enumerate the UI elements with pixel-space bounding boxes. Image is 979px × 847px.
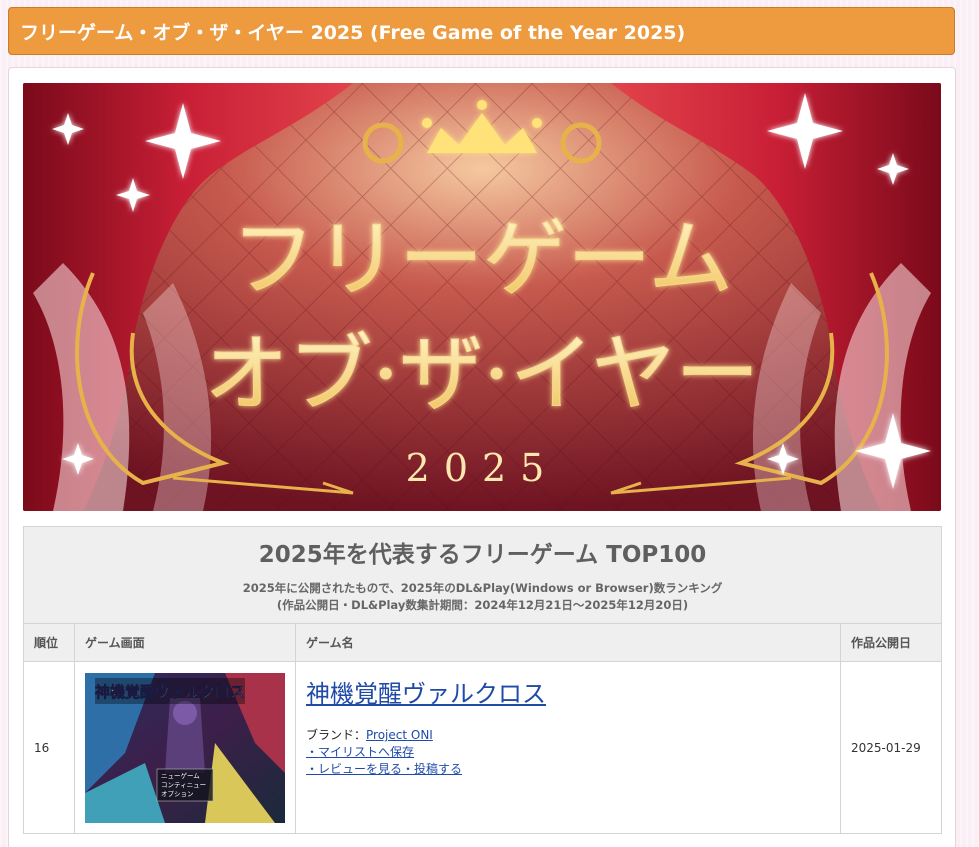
event-banner[interactable]: フリーゲーム オブ·ザ·イヤー 2025 — [23, 83, 941, 511]
column-date: 作品公開日 — [839, 623, 943, 662]
banner-title-line1: フリーゲーム — [231, 210, 732, 308]
thumb-menu-option: オプション — [161, 790, 194, 798]
banner-title-line2: オブ·ザ·イヤー — [205, 325, 760, 423]
brand-label: ブランド： — [306, 728, 367, 742]
page: フリーゲーム・オブ・ザ・イヤー 2025 (Free Game of the Y… — [0, 0, 979, 847]
game-title-link[interactable]: 神機覚醒ヴァルクロス — [306, 674, 830, 709]
screenshot-cell: 神機覚醒ヴァルクロス ニューゲーム コンティニュー オプション — [74, 661, 296, 834]
brand-link[interactable]: Project ONI — [366, 728, 433, 742]
mylist-line: ・マイリストへ保存 — [306, 744, 830, 761]
ranking-period: (作品公開日・DL&Play数集計期間：2024年12月21日〜2025年12月… — [276, 598, 689, 612]
ranking-table: 2025年を代表するフリーゲーム TOP100 2025年に公開されたもので、2… — [22, 526, 943, 834]
column-name: ゲーム名 — [295, 623, 841, 662]
thumb-menu-continue: コンティニュー — [161, 781, 206, 789]
ranking-heading: 2025年を代表するフリーゲーム TOP100 — [258, 542, 707, 568]
banner-year: 2025 — [406, 446, 559, 490]
brand-line: ブランド：Project ONI — [306, 727, 830, 744]
game-screenshot[interactable]: 神機覚醒ヴァルクロス ニューゲーム コンティニュー オプション — [85, 672, 285, 823]
game-info-cell: 神機覚醒ヴァルクロス ブランド：Project ONI ・マイリストへ保存 ・レ… — [295, 661, 841, 834]
review-link[interactable]: ・レビューを見る・投稿する — [306, 762, 462, 776]
review-line: ・レビューを見る・投稿する — [306, 761, 830, 778]
save-to-mylist-link[interactable]: ・マイリストへ保存 — [306, 745, 414, 759]
column-rank: 順位 — [23, 623, 75, 662]
column-screen: ゲーム画面 — [74, 623, 296, 662]
rank-number: 16 — [23, 661, 75, 834]
page-title: フリーゲーム・オブ・ザ・イヤー 2025 (Free Game of the Y… — [20, 21, 686, 44]
ranking-description: 2025年に公開されたもので、2025年のDL&Play(Windows or … — [242, 581, 723, 595]
game-meta: ブランド：Project ONI ・マイリストへ保存 ・レビューを見る・投稿する — [306, 727, 830, 778]
page-header: フリーゲーム・オブ・ザ・イヤー 2025 (Free Game of the Y… — [8, 7, 955, 55]
thumb-menu-new: ニューゲーム — [161, 771, 200, 780]
thumb-title: 神機覚醒ヴァルクロス — [95, 683, 245, 701]
ranking-header: 2025年を代表するフリーゲーム TOP100 2025年に公開されたもので、2… — [22, 526, 943, 624]
table-row: 16 神機覚醒ヴァルクロス ニューゲーム コンティニュー オプション 神機覚醒ヴ… — [23, 661, 943, 834]
column-headers: 順位 ゲーム画面 ゲーム名 作品公開日 — [23, 623, 943, 662]
release-date: 2025-01-29 — [839, 661, 943, 834]
